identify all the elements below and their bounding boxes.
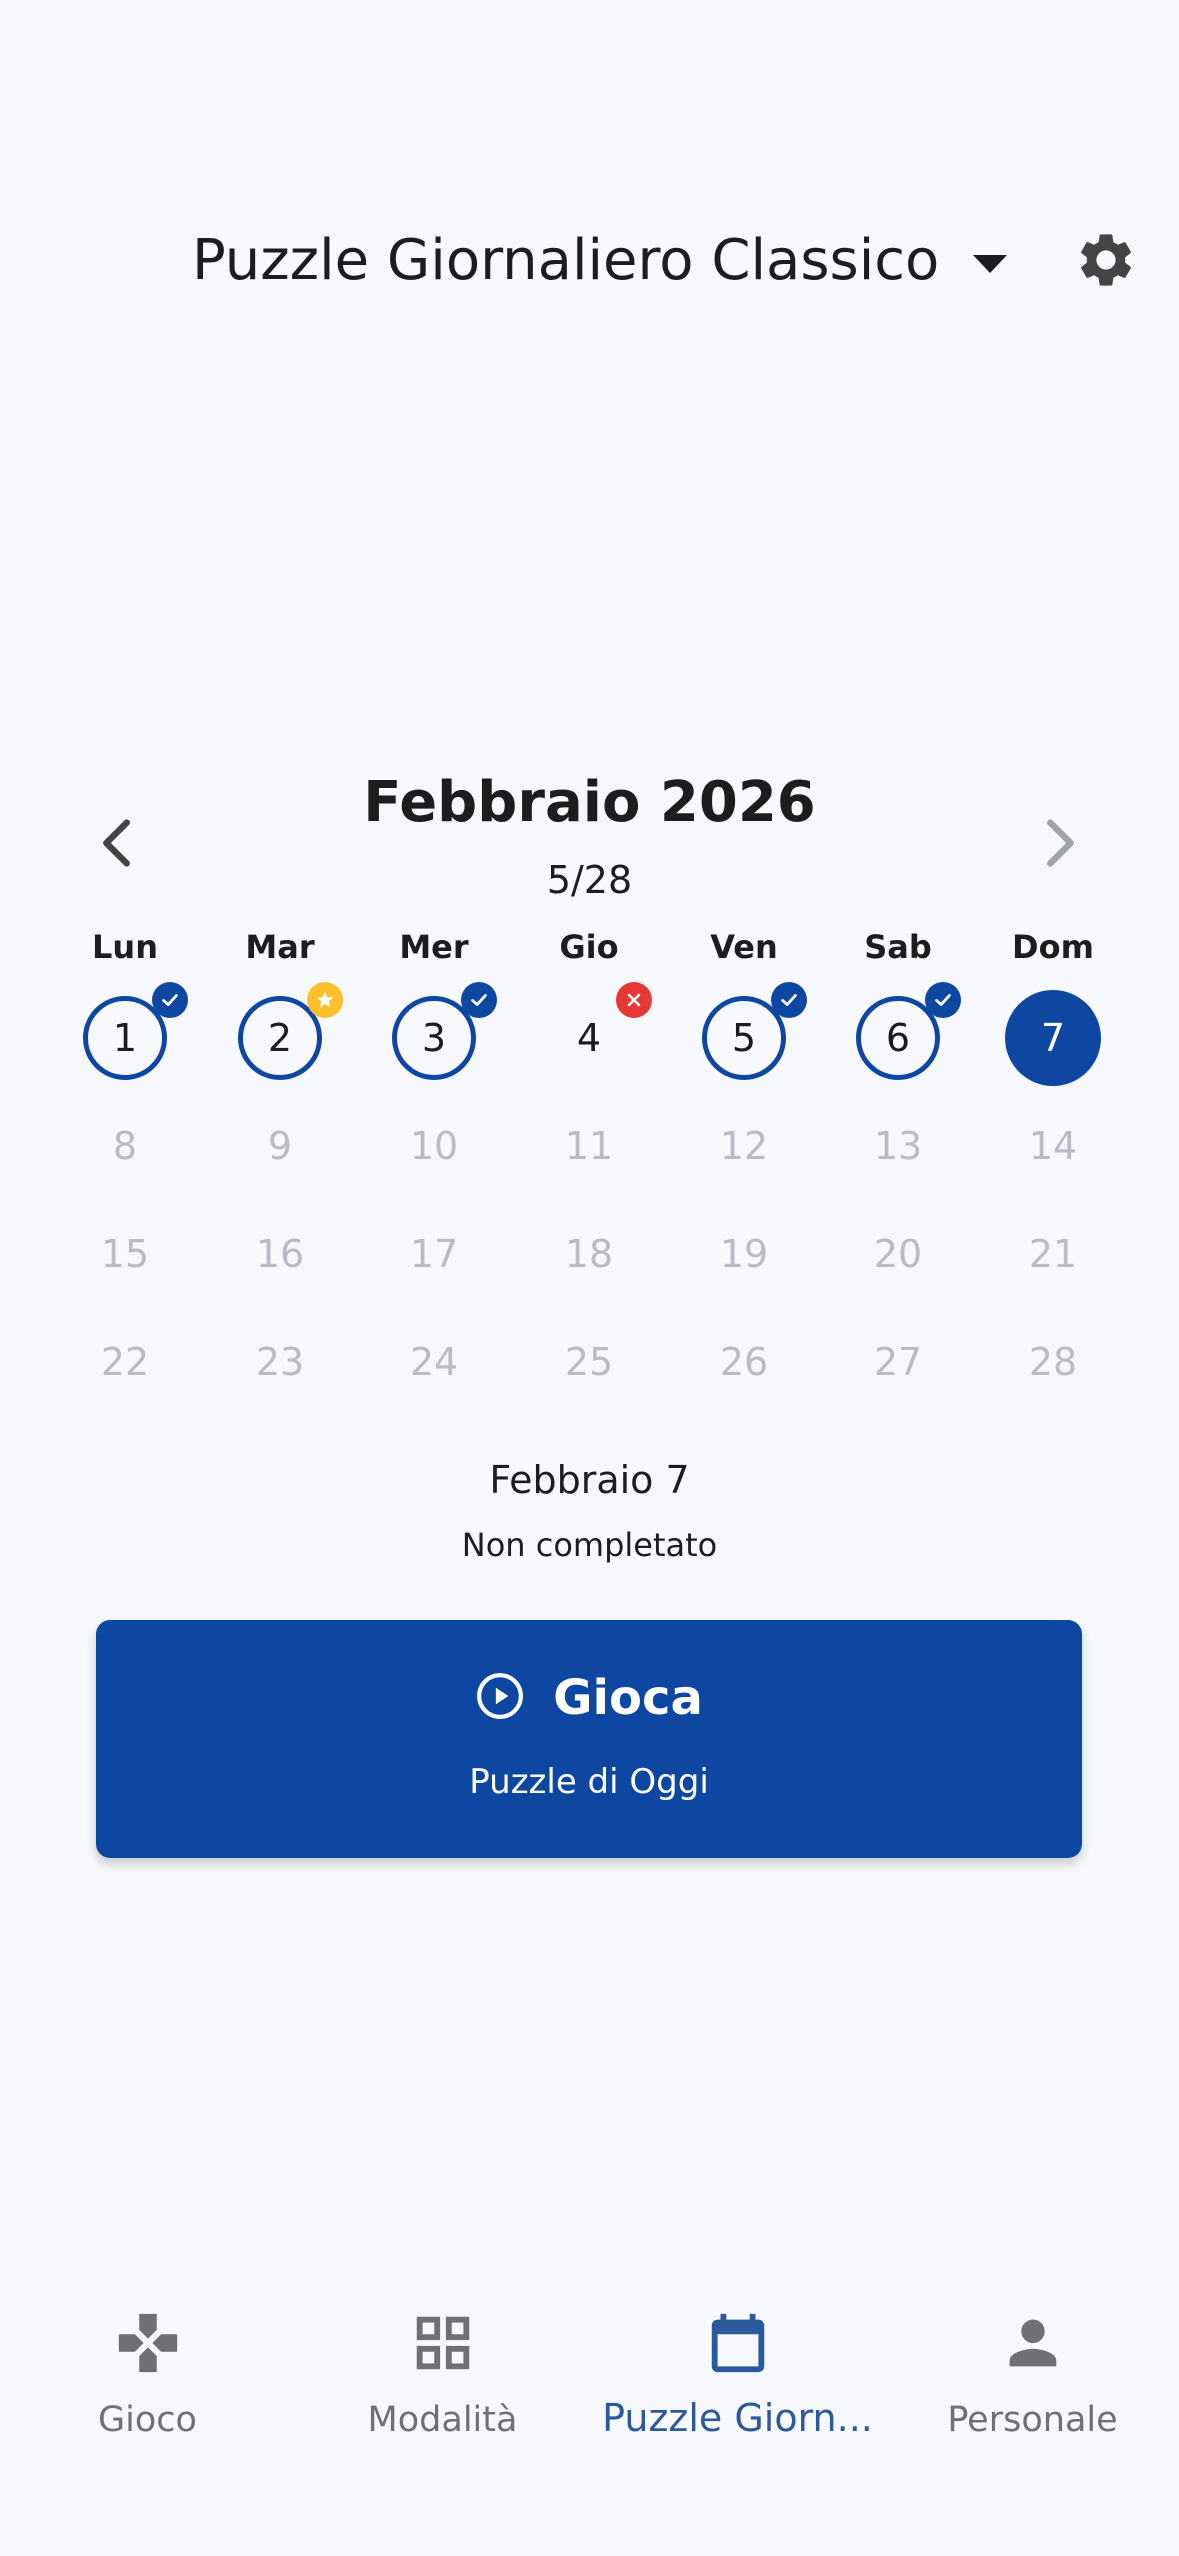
day-number: 10 [409,1124,459,1168]
day-number: 2 [267,1016,293,1060]
calendar-day: 18 [512,1206,666,1302]
day-number: 3 [421,1016,447,1060]
tab-label: Personale [947,2400,1118,2440]
weekday-label: Sab [864,928,932,966]
day-number: 9 [267,1124,293,1168]
tab-personale[interactable]: Personale [885,2290,1179,2440]
caret-down-icon [973,254,1008,273]
calendar-day: 17 [357,1206,511,1302]
weekday-row: Lun Mar Mer Gio Ven Sab Dom [0,928,1179,978]
calendar-day: 23 [203,1314,357,1410]
tab-label: Gioco [98,2400,197,2440]
day-number: 22 [100,1340,150,1384]
day-number: 8 [112,1124,138,1168]
calendar-day: 26 [667,1314,821,1410]
weekday-label: Dom [1012,928,1094,966]
calendar-day: 8 [48,1098,202,1194]
calendar-day: 16 [203,1206,357,1302]
person-icon [998,2308,1068,2378]
app-header: Puzzle Giornaliero Classico [0,200,1179,325]
calendar-day: 25 [512,1314,666,1410]
calendar-day: 14 [976,1098,1130,1194]
calendar-icon [703,2308,773,2378]
bottom-navigation: Gioco Modalità Puzzle Giorn... Personale [0,2290,1179,2480]
day-number: 24 [409,1340,459,1384]
calendar-day[interactable]: 7 [976,990,1130,1086]
day-number: 6 [885,1016,911,1060]
selected-date: Febbraio 7 [489,1458,690,1502]
calendar-day: 22 [48,1314,202,1410]
day-number: 16 [255,1232,305,1276]
day-number: 20 [873,1232,923,1276]
day-number: 27 [873,1340,923,1384]
check-icon [925,982,961,1018]
tab-label: Puzzle Giorn... [602,2396,873,2440]
play-button-label: Gioca [553,1670,703,1726]
day-number: 7 [1040,1016,1066,1060]
tab-puzzle-giornaliero[interactable]: Puzzle Giorn... [590,2290,885,2440]
calendar-day: 15 [48,1206,202,1302]
calendar-day: 13 [821,1098,975,1194]
day-number: 21 [1028,1232,1078,1276]
weekday-label: Gio [559,928,619,966]
month-title: Febbraio 2026 [363,770,816,835]
calendar-day: 24 [357,1314,511,1410]
day-number: 13 [873,1124,923,1168]
calendar-day: 12 [667,1098,821,1194]
day-number: 28 [1028,1340,1078,1384]
calendar-day[interactable]: 5 [667,982,821,1086]
calendar-day: 21 [976,1206,1130,1302]
weekday-label: Mer [399,928,469,966]
selected-status: Non completato [461,1526,718,1564]
tab-gioco[interactable]: Gioco [0,2290,295,2440]
day-number: 15 [100,1232,150,1276]
day-number: 4 [576,1016,602,1060]
check-icon [771,982,807,1018]
day-number: 11 [564,1124,614,1168]
calendar-day: 27 [821,1314,975,1410]
check-icon [152,982,188,1018]
day-number: 19 [719,1232,769,1276]
day-number: 1 [112,1016,138,1060]
calendar-day[interactable]: 6 [821,982,975,1086]
grid-icon [408,2308,478,2378]
star-icon [307,982,343,1018]
mode-dropdown[interactable]: Puzzle Giornaliero Classico [192,228,1008,293]
day-number: 25 [564,1340,614,1384]
day-number: 5 [731,1016,757,1060]
play-button[interactable]: Gioca Puzzle di Oggi [96,1620,1082,1858]
day-number: 17 [409,1232,459,1276]
page-title: Puzzle Giornaliero Classico [192,228,940,293]
calendar-day: 10 [357,1098,511,1194]
tab-modalita[interactable]: Modalità [295,2290,590,2440]
day-number: 18 [564,1232,614,1276]
gamepad-icon [113,2308,183,2378]
calendar-day[interactable]: 3 [357,982,511,1086]
chevron-right-icon[interactable] [1024,808,1094,878]
calendar-day: 19 [667,1206,821,1302]
play-button-sublabel: Puzzle di Oggi [469,1762,709,1802]
play-circle-icon [475,1671,525,1725]
play-row: Gioca [96,1670,1082,1726]
calendar-day: 28 [976,1314,1130,1410]
calendar-day[interactable]: 4 [512,982,666,1086]
calendar-day[interactable]: 2 [203,982,357,1086]
day-number: 12 [719,1124,769,1168]
weekday-label: Mar [245,928,315,966]
calendar-day: 11 [512,1098,666,1194]
day-number: 14 [1028,1124,1078,1168]
calendar-day: 20 [821,1206,975,1302]
tab-label: Modalità [367,2400,518,2440]
calendar-day: 9 [203,1098,357,1194]
gear-icon[interactable] [1074,228,1138,292]
day-number: 23 [255,1340,305,1384]
close-icon [616,982,652,1018]
calendar-day[interactable]: 1 [48,982,202,1086]
check-icon [461,982,497,1018]
progress-count: 5/28 [546,858,633,902]
weekday-label: Lun [92,928,158,966]
weekday-label: Ven [710,928,778,966]
day-number: 26 [719,1340,769,1384]
